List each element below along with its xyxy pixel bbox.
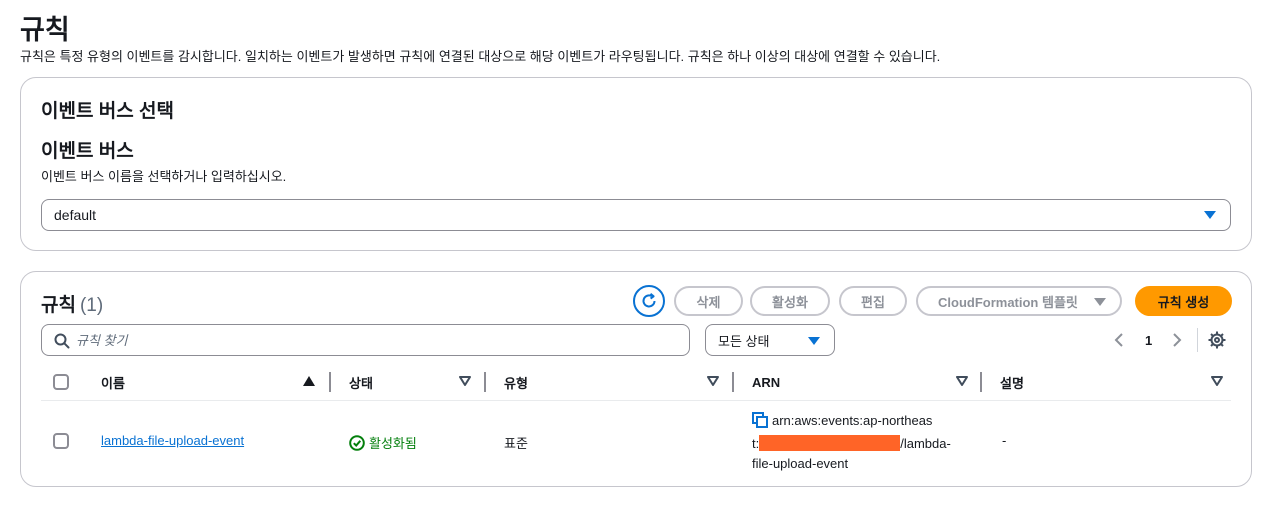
select-all-checkbox[interactable] (53, 374, 69, 390)
rule-description: - (1002, 433, 1007, 448)
chevron-right-icon (1173, 333, 1182, 347)
cloudformation-template-button[interactable]: CloudFormation 템플릿 (916, 286, 1122, 316)
refresh-icon (642, 293, 656, 308)
cloudformation-template-label: CloudFormation 템플릿 (938, 294, 1078, 310)
status-filter-select[interactable]: 모든 상태 (705, 324, 835, 356)
column-divider[interactable] (732, 372, 734, 392)
search-icon (54, 333, 70, 349)
row-select-checkbox[interactable] (53, 433, 69, 449)
table-header-divider (41, 400, 1231, 401)
delete-button[interactable]: 삭제 (674, 286, 743, 316)
page-title: 규칙 (20, 15, 70, 45)
event-bus-section-title: 이벤트 버스 선택 (41, 101, 174, 122)
sort-unsorted-icon[interactable] (707, 376, 719, 386)
arn-line-2-suffix: /lambda- (900, 436, 951, 451)
edit-button[interactable]: 편집 (839, 286, 907, 316)
column-header-description[interactable]: 설명 (1000, 372, 1024, 392)
page-description: 규칙은 특정 유형의 이벤트를 감시합니다. 일치하는 이벤트가 발생하면 규칙… (20, 49, 941, 64)
event-bus-select[interactable]: default (41, 199, 1231, 231)
caret-down-icon (1204, 211, 1216, 219)
refresh-button[interactable] (633, 285, 665, 317)
table-settings-button[interactable] (1207, 330, 1227, 355)
column-header-type[interactable]: 유형 (504, 372, 528, 392)
sort-unsorted-icon[interactable] (956, 376, 968, 386)
column-divider[interactable] (329, 372, 331, 392)
rule-type: 표준 (504, 436, 528, 451)
event-bus-selected-value: default (54, 207, 97, 223)
current-page-number[interactable]: 1 (1145, 324, 1152, 356)
next-page-button[interactable] (1171, 324, 1183, 356)
arn-line-3: file-upload-event (752, 456, 849, 471)
arn-line-1: arn:aws:events:ap-northeas (772, 413, 933, 428)
event-bus-panel: 이벤트 버스 선택 이벤트 버스 이벤트 버스 이름을 선택하거나 입력하십시오… (20, 77, 1252, 251)
column-header-arn[interactable]: ARN (752, 372, 780, 392)
pager-divider (1197, 328, 1198, 352)
rules-heading: 규칙 (1) (41, 290, 103, 317)
sort-unsorted-icon[interactable] (459, 376, 471, 386)
rule-status-text: 활성화됨 (369, 436, 417, 451)
rules-panel: 규칙 (1) 삭제 활성화 편집 CloudFormation 템플릿 규칙 생성… (20, 271, 1252, 487)
rule-search-input[interactable] (76, 332, 689, 348)
copy-icon[interactable] (752, 412, 768, 434)
activate-button[interactable]: 활성화 (750, 286, 830, 316)
create-rule-button[interactable]: 규칙 생성 (1135, 286, 1232, 316)
previous-page-button[interactable] (1113, 324, 1125, 356)
rules-title: 규칙 (41, 295, 76, 316)
arn-line-2-prefix: t: (752, 436, 760, 451)
rules-count: (1) (79, 295, 104, 316)
event-bus-description: 이벤트 버스 이름을 선택하거나 입력하십시오. (41, 169, 287, 184)
event-bus-label: 이벤트 버스 (41, 141, 134, 162)
success-check-icon (349, 434, 365, 451)
rule-name-link[interactable]: lambda-file-upload-event (101, 433, 244, 448)
rule-arn: arn:aws:events:ap-northeas t: /lambda- fi… (752, 411, 972, 474)
column-header-status[interactable]: 상태 (349, 372, 373, 392)
status-filter-value: 모든 상태 (718, 333, 770, 349)
column-header-name[interactable]: 이름 (101, 372, 125, 392)
column-divider[interactable] (980, 372, 982, 392)
rule-status: 활성화됨 (349, 433, 417, 452)
caret-down-icon (808, 337, 820, 345)
chevron-left-icon (1114, 333, 1123, 347)
rule-search (41, 324, 690, 356)
gear-icon (1208, 331, 1226, 349)
sort-ascending-icon[interactable] (303, 376, 315, 386)
caret-down-icon (1094, 298, 1106, 306)
column-divider[interactable] (484, 372, 486, 392)
sort-unsorted-icon[interactable] (1211, 376, 1223, 386)
redacted-account-id (759, 435, 901, 451)
